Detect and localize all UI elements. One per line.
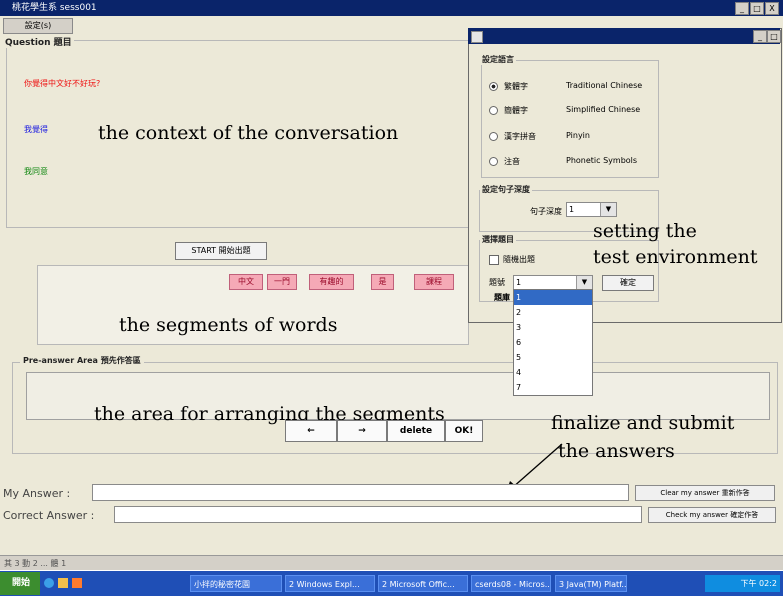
number-dropdown-list: 1 2 3 6 5 4 7 [513, 289, 593, 396]
taskbar-item[interactable]: 2 Windows Expl... [285, 575, 375, 592]
language-legend: 設定語言 [480, 54, 516, 65]
segments-annotation: the segments of words [119, 314, 338, 336]
list-item[interactable]: 2 [514, 305, 592, 320]
folder-icon[interactable] [58, 578, 68, 588]
taskbar-item[interactable]: cserds08 - Micros... [471, 575, 551, 592]
ie-icon[interactable] [44, 578, 54, 588]
taskbar-item[interactable]: 小拌的秘密花園 [190, 575, 282, 592]
option-en-pinyin: Pinyin [566, 131, 590, 140]
option-zh-phonetic: 注音 [504, 157, 520, 166]
clear-answer-button[interactable]: Clear my answer 重新作答 [635, 485, 775, 501]
option-zh-pinyin: 漢字拼音 [504, 132, 536, 141]
depth-label: 句子深度 [530, 207, 562, 216]
chevron-down-icon: ▼ [600, 203, 616, 216]
correct-answer-label: Correct Answer : [3, 509, 95, 522]
start-button[interactable]: START 開始出題 [175, 242, 267, 260]
option-en-phonetic: Phonetic Symbols [566, 156, 638, 165]
radio-pinyin[interactable] [489, 132, 498, 144]
segment-tile[interactable]: 有趣的 [309, 274, 354, 290]
submit-annotation-line-1: finalize and submit [551, 412, 735, 434]
status-bar: 其 3 動 2 ... 體 1 [0, 555, 783, 570]
question-line-1: 你覺得中文好不好玩? [24, 79, 101, 88]
depth-select[interactable]: 1 ▼ [566, 202, 617, 217]
window-controls: _ □ X [735, 2, 779, 15]
depth-legend: 設定句子深度 [480, 184, 532, 195]
settings-menu[interactable]: 設定(s) [3, 18, 73, 34]
media-icon[interactable] [72, 578, 82, 588]
dialog-titlebar [468, 28, 780, 44]
my-answer-label: My Answer : [3, 487, 71, 500]
option-zh-traditional: 繁體字 [504, 82, 528, 91]
minimize-button[interactable]: _ [735, 2, 749, 15]
taskbar-item[interactable]: 2 Microsoft Offic... [378, 575, 468, 592]
list-item[interactable]: 5 [514, 350, 592, 365]
random-checkbox[interactable] [489, 255, 499, 265]
number-select[interactable]: 1 ▼ [513, 275, 593, 290]
check-answer-button[interactable]: Check my answer 確定作答 [648, 507, 776, 523]
segment-tile[interactable]: 是 [371, 274, 394, 290]
number-value: 1 [516, 278, 522, 287]
submit-annotation-line-2: the answers [558, 440, 675, 462]
dialog-minimize-button[interactable]: _ [753, 30, 767, 43]
maximize-button[interactable]: □ [750, 2, 764, 15]
list-item[interactable]: 1 [514, 290, 592, 305]
dialog-maximize-button[interactable]: □ [767, 30, 781, 43]
segment-tile[interactable]: 中文 [229, 274, 263, 290]
start-menu-button[interactable]: 開始 [0, 572, 40, 595]
segment-tile[interactable]: 一門 [267, 274, 297, 290]
select-question-legend: 選擇題目 [480, 234, 516, 245]
my-answer-field[interactable] [92, 484, 629, 501]
chevron-down-icon: ▼ [576, 276, 592, 289]
java-app-icon [471, 31, 483, 43]
window-title: 桃花學生系 sess001 [12, 3, 97, 13]
question-line-3: 我同意 [24, 167, 48, 176]
settings-annotation-line-1: setting the [593, 220, 697, 242]
context-annotation: the context of the conversation [98, 122, 399, 144]
move-right-button[interactable]: → [337, 420, 387, 442]
segment-tile[interactable]: 課程 [414, 274, 454, 290]
window-titlebar: 桃花學生系 sess001 [0, 0, 783, 16]
list-item[interactable]: 4 [514, 365, 592, 380]
list-item[interactable]: 7 [514, 380, 592, 395]
radio-phonetic[interactable] [489, 157, 498, 169]
settings-annotation-line-2: test environment [593, 246, 758, 268]
depth-value: 1 [569, 205, 575, 214]
correct-answer-field [114, 506, 642, 523]
taskbar-clock: 下午 02:2 [705, 575, 780, 592]
question-legend: Question 題目 [3, 35, 74, 48]
question-line-2: 我覺得 [24, 125, 48, 134]
radio-simplified[interactable] [489, 106, 498, 118]
preanswer-legend: Pre-answer Area 預先作答區 [20, 355, 144, 366]
confirm-button[interactable]: 確定 [602, 275, 654, 291]
list-item[interactable]: 3 [514, 320, 592, 335]
option-en-traditional: Traditional Chinese [566, 81, 643, 90]
number-label: 題號 [489, 278, 505, 287]
ok-button[interactable]: OK! [445, 420, 483, 442]
list-item[interactable]: 6 [514, 335, 592, 350]
option-zh-simplified: 簡體字 [504, 106, 528, 115]
radio-traditional[interactable] [489, 82, 498, 94]
taskbar-item[interactable]: 3 Java(TM) Platf... [555, 575, 627, 592]
question-list-label: 題庫 [494, 293, 510, 302]
close-button[interactable]: X [765, 2, 779, 15]
option-en-simplified: Simplified Chinese [566, 105, 641, 114]
move-left-button[interactable]: ← [285, 420, 337, 442]
random-label: 隨機出題 [503, 255, 535, 264]
delete-button[interactable]: delete [387, 420, 445, 442]
